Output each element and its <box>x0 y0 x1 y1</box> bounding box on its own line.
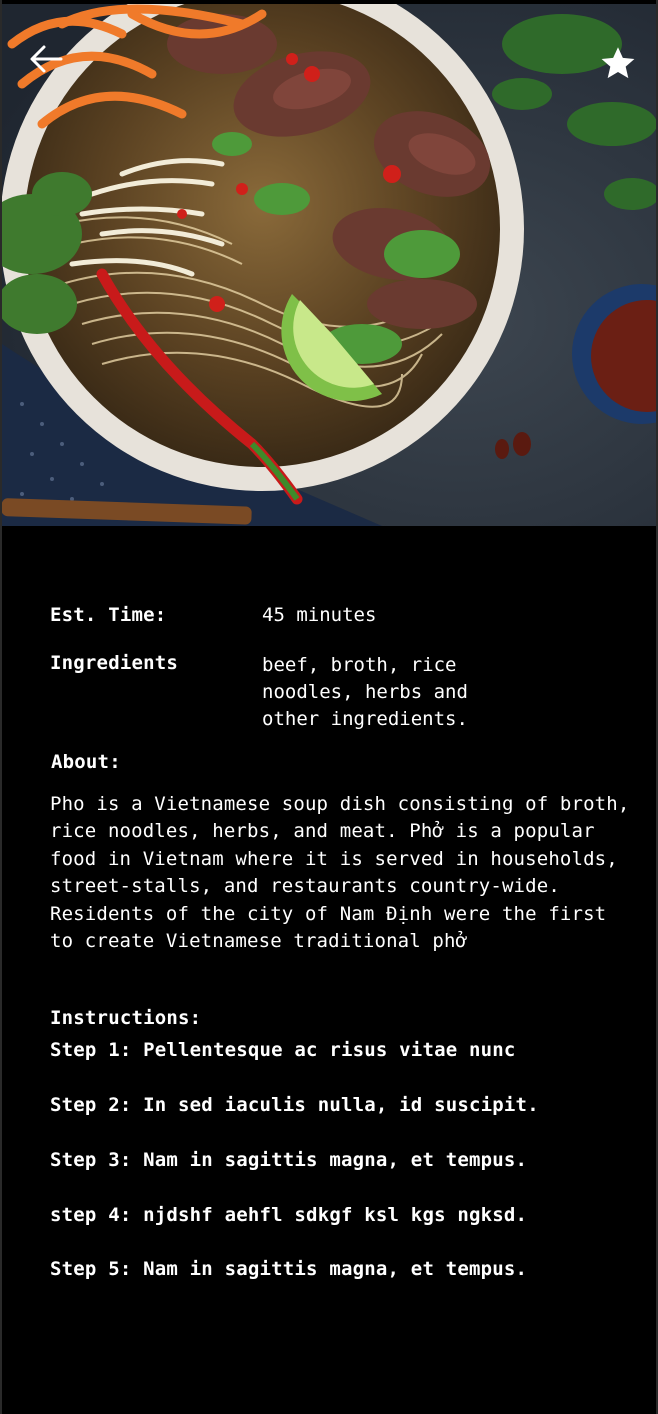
back-button[interactable] <box>24 37 68 81</box>
est-time-value: 45 minutes <box>262 604 377 626</box>
instruction-step: Step 5: Nam in sagittis magna, et tempus… <box>50 1258 528 1280</box>
instruction-step: Step 1: Pellentesque ac risus vitae nunc <box>50 1039 516 1061</box>
recipe-hero-image <box>2 4 656 526</box>
favorite-button[interactable] <box>596 42 640 86</box>
arrow-left-icon <box>30 45 63 73</box>
about-label: About: <box>51 751 121 773</box>
instruction-step: Step 3: Nam in sagittis magna, et tempus… <box>50 1149 528 1171</box>
pho-bowl-illustration <box>2 4 656 526</box>
est-time-label: Est. Time: <box>50 604 167 626</box>
instruction-step: Step 2: In sed iaculis nulla, id suscipi… <box>50 1094 539 1116</box>
instruction-step: step 4: njdshf aehfl sdkgf ksl kgs ngksd… <box>50 1204 528 1226</box>
instructions-label: Instructions: <box>50 1007 202 1029</box>
recipe-detail-screen: Est. Time: 45 minutes Ingredients beef, … <box>0 0 658 1414</box>
ingredients-label: Ingredients <box>50 652 179 674</box>
star-icon <box>601 47 635 79</box>
ingredients-value: beef, broth, rice noodles, herbs and oth… <box>262 654 468 730</box>
about-text: Pho is a Vietnamese soup dish consisting… <box>50 793 630 953</box>
